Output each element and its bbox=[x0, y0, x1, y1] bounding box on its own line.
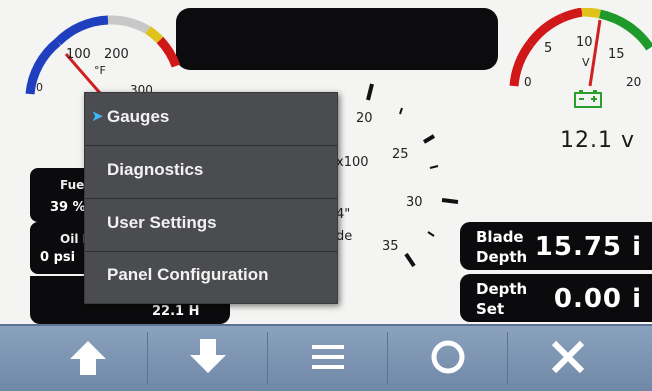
tach-tick-25: 25 bbox=[392, 147, 409, 162]
selected-chevron-icon: ➤ bbox=[91, 108, 104, 125]
menu-button[interactable] bbox=[268, 326, 388, 388]
fuel-label: Fue bbox=[60, 178, 85, 192]
volt-unit: V bbox=[582, 56, 590, 69]
depth-set-value: 0.00 i bbox=[553, 284, 642, 314]
menu-item-label: Diagnostics bbox=[107, 160, 204, 179]
blade-depth-label-2: Depth bbox=[476, 248, 528, 266]
battery-icon bbox=[574, 90, 602, 113]
down-button[interactable] bbox=[148, 326, 268, 388]
tach-partial-blade: de bbox=[336, 229, 352, 244]
menu-item-label: Panel Configuration bbox=[107, 265, 269, 284]
menu-icon bbox=[312, 345, 344, 369]
circle-icon bbox=[431, 340, 465, 374]
temp-tick-100: 100 bbox=[66, 47, 91, 62]
voltage-reading: 12.1 v bbox=[560, 128, 635, 153]
blade-depth-label-1: Blade bbox=[476, 228, 524, 246]
top-banner bbox=[176, 8, 498, 70]
select-button[interactable] bbox=[388, 326, 508, 388]
volt-tick-5: 5 bbox=[544, 41, 552, 56]
down-arrow-icon bbox=[190, 339, 226, 373]
tach-multiplier: x100 bbox=[336, 155, 369, 170]
volt-tick-10: 10 bbox=[576, 35, 593, 50]
blade-depth-value: 15.75 i bbox=[534, 232, 642, 262]
close-button[interactable] bbox=[508, 326, 628, 388]
up-arrow-icon bbox=[70, 341, 106, 375]
tach-partial-inch: 4" bbox=[336, 207, 350, 222]
temp-unit: °F bbox=[94, 64, 106, 77]
close-icon bbox=[551, 340, 585, 374]
volt-tick-0: 0 bbox=[524, 75, 532, 89]
menu-item-label: Gauges bbox=[107, 107, 170, 126]
fuel-value: 39 % bbox=[50, 200, 86, 215]
display-screen: 0 100 200 300 °F 0 5 10 15 20 V 12.1 v 2… bbox=[0, 0, 652, 391]
oil-pressure-value: 0 psi bbox=[40, 250, 76, 265]
tach-tick-35: 35 bbox=[382, 239, 399, 254]
depth-set-label-2: Set bbox=[476, 300, 505, 318]
engine-hours-value: 22.1 H bbox=[152, 304, 200, 319]
tachometer-dial: 20 25 30 35 x100 4" de bbox=[330, 80, 480, 280]
tach-tick-20: 20 bbox=[356, 111, 373, 126]
blade-depth-readout: Blade Depth 15.75 i bbox=[460, 222, 652, 270]
temp-tick-0: 0 bbox=[36, 81, 43, 94]
tach-tick-30: 30 bbox=[406, 195, 423, 210]
depth-set-readout: Depth Set 0.00 i bbox=[460, 274, 652, 322]
menu-item-panel-configuration[interactable]: Panel Configuration bbox=[85, 251, 337, 303]
main-menu: ➤ Gauges Diagnostics User Settings Panel… bbox=[84, 92, 338, 304]
temperature-gauge: 0 100 200 300 °F bbox=[18, 14, 188, 104]
temp-tick-200: 200 bbox=[104, 47, 129, 62]
voltage-gauge: 0 5 10 15 20 V bbox=[500, 8, 652, 98]
menu-item-user-settings[interactable]: User Settings bbox=[85, 199, 337, 252]
depth-set-label-1: Depth bbox=[476, 280, 528, 298]
menu-item-diagnostics[interactable]: Diagnostics bbox=[85, 146, 337, 199]
up-button[interactable] bbox=[28, 326, 148, 388]
bottom-nav-bar bbox=[0, 324, 652, 391]
volt-tick-15: 15 bbox=[608, 47, 625, 62]
menu-item-label: User Settings bbox=[107, 213, 217, 232]
volt-tick-20: 20 bbox=[626, 75, 641, 89]
menu-item-gauges[interactable]: ➤ Gauges bbox=[85, 93, 337, 146]
